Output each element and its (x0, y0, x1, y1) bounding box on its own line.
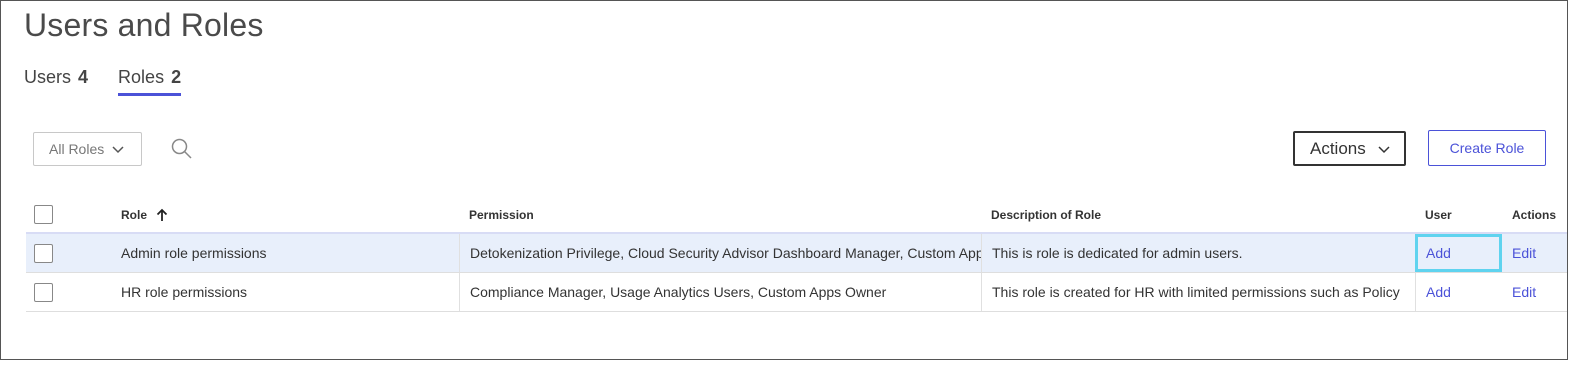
tab-users[interactable]: Users 4 (24, 67, 88, 96)
add-user-link[interactable]: Add (1426, 245, 1451, 261)
roles-filter-value: All Roles (49, 141, 105, 157)
actions-cell: Edit (1502, 234, 1567, 272)
tab-roles-count: 2 (171, 67, 182, 87)
column-header-permission: Permission (469, 207, 534, 222)
page-title: Users and Roles (24, 7, 264, 43)
user-cell: Add (1415, 234, 1502, 272)
tab-users-label: Users (24, 67, 72, 87)
row-checkbox[interactable] (34, 282, 53, 302)
create-role-button[interactable]: Create Role (1428, 130, 1546, 166)
chevron-down-icon (1378, 146, 1390, 154)
sort-ascending-icon (156, 208, 168, 221)
roles-filter-select[interactable]: All Roles (33, 132, 142, 166)
role-name-cell: Admin role permissions (121, 245, 267, 261)
actions-dropdown-button[interactable]: Actions (1293, 131, 1406, 166)
column-header-role[interactable]: Role (111, 197, 459, 232)
table-row[interactable]: HR role permissions Compliance Manager, … (26, 273, 1567, 312)
user-cell: Add (1415, 273, 1502, 311)
row-checkbox[interactable] (34, 243, 53, 263)
select-all-checkbox[interactable] (34, 205, 53, 224)
chevron-down-icon (112, 146, 124, 154)
description-cell: This role is created for HR with limited… (981, 273, 1415, 311)
column-header-description: Description of Role (991, 207, 1102, 222)
tab-users-count: 4 (78, 67, 89, 87)
tab-bar: Users 4 Roles 2 (24, 67, 182, 96)
users-and-roles-panel: Users and Roles Users 4 Roles 2 All Role… (0, 0, 1568, 360)
column-header-role-label: Role (121, 207, 148, 222)
row-checkbox-cell (34, 234, 74, 272)
column-header-user: User (1425, 207, 1452, 222)
table-row[interactable]: Admin role permissions Detokenization Pr… (26, 234, 1567, 273)
role-name-cell: HR role permissions (121, 284, 248, 300)
header-checkbox-cell (34, 197, 74, 232)
permission-cell: Detokenization Privilege, Cloud Security… (459, 234, 981, 272)
tab-roles-label: Roles (118, 67, 165, 87)
table-header-row: Role Permission Description of Role User… (26, 197, 1567, 234)
row-checkbox-cell (34, 273, 74, 311)
edit-role-link[interactable]: Edit (1512, 245, 1536, 261)
actions-cell: Edit (1502, 273, 1567, 311)
column-header-actions: Actions (1512, 207, 1557, 222)
actions-dropdown-label: Actions (1310, 138, 1366, 158)
edit-role-link[interactable]: Edit (1512, 284, 1536, 300)
permission-cell: Compliance Manager, Usage Analytics User… (459, 273, 981, 311)
tab-roles[interactable]: Roles 2 (118, 67, 182, 96)
search-icon[interactable] (170, 137, 194, 161)
roles-table: Role Permission Description of Role User… (26, 197, 1567, 312)
description-cell: This is role is dedicated for admin user… (981, 234, 1415, 272)
add-user-link[interactable]: Add (1426, 284, 1451, 300)
